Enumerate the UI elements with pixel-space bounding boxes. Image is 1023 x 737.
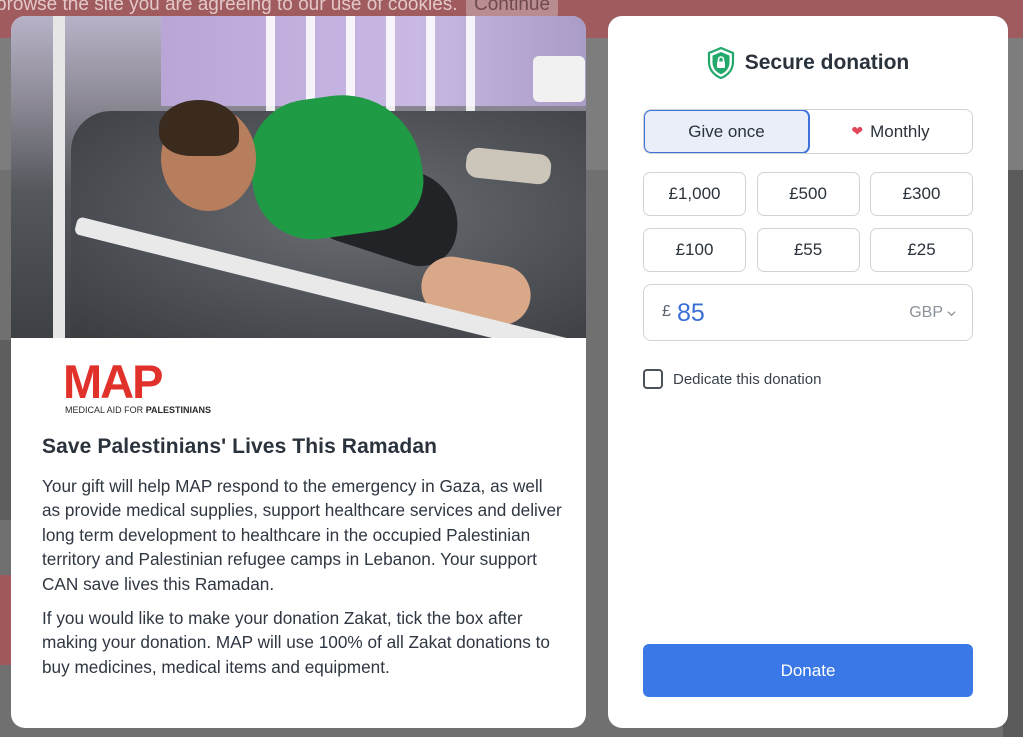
custom-amount-field: £ GBP [643,284,973,341]
amount-button-55[interactable]: £55 [756,228,860,272]
give-once-label: Give once [688,121,765,141]
currency-symbol: £ [662,303,671,320]
currency-label: GBP [909,304,943,321]
donate-button[interactable]: Donate [643,644,973,697]
frequency-toggle: Give once ❤ Monthly [643,109,973,154]
logo-subtitle: MEDICAL AID FOR PALESTINIANS [65,405,212,415]
heart-icon: ❤ [851,123,864,139]
dedicate-checkbox[interactable] [643,369,663,389]
amount-button-500[interactable]: £500 [756,172,860,216]
amount-button-25[interactable]: £25 [870,228,973,272]
campaign-description: Your gift will help MAP respond to the e… [42,474,562,689]
shield-lock-icon [707,46,735,80]
secure-donation-title: Secure donation [744,51,910,74]
campaign-paragraph: If you would like to make your donation … [42,608,550,677]
chevron-down-icon [947,310,956,316]
cookie-text: browse the site you are agreeing to our … [0,0,458,15]
give-once-button[interactable]: Give once [644,110,810,153]
amount-button-1000[interactable]: £1,000 [643,172,746,216]
background-left-accent [0,575,11,665]
campaign-hero-image [11,16,586,338]
monthly-label: Monthly [870,121,930,141]
campaign-paragraph: Your gift will help MAP respond to the e… [42,476,562,594]
logo-wordmark: MAP [63,355,163,408]
currency-select[interactable]: GBP [909,304,956,322]
dedicate-option[interactable]: Dedicate this donation [643,369,821,389]
cookie-continue-button[interactable]: Continue [466,0,559,16]
secure-donation-header: Secure donation [608,46,1008,80]
map-logo: MAP MEDICAL AID FOR PALESTINIANS [63,355,211,418]
amount-button-300[interactable]: £300 [870,172,973,216]
monthly-button[interactable]: ❤ Monthly [809,110,972,153]
preset-amounts: £1,000 £500 £300 £100 £55 £25 [643,172,973,272]
dedicate-label: Dedicate this donation [673,370,822,388]
campaign-card: MAP MEDICAL AID FOR PALESTINIANS Save Pa… [11,16,586,728]
background-left-panel [0,340,11,520]
amount-input[interactable] [677,296,857,330]
donation-form: Secure donation Give once ❤ Monthly £1,0… [608,16,1008,728]
amount-button-100[interactable]: £100 [643,228,746,272]
campaign-title: Save Palestinians' Lives This Ramadan [42,435,438,458]
